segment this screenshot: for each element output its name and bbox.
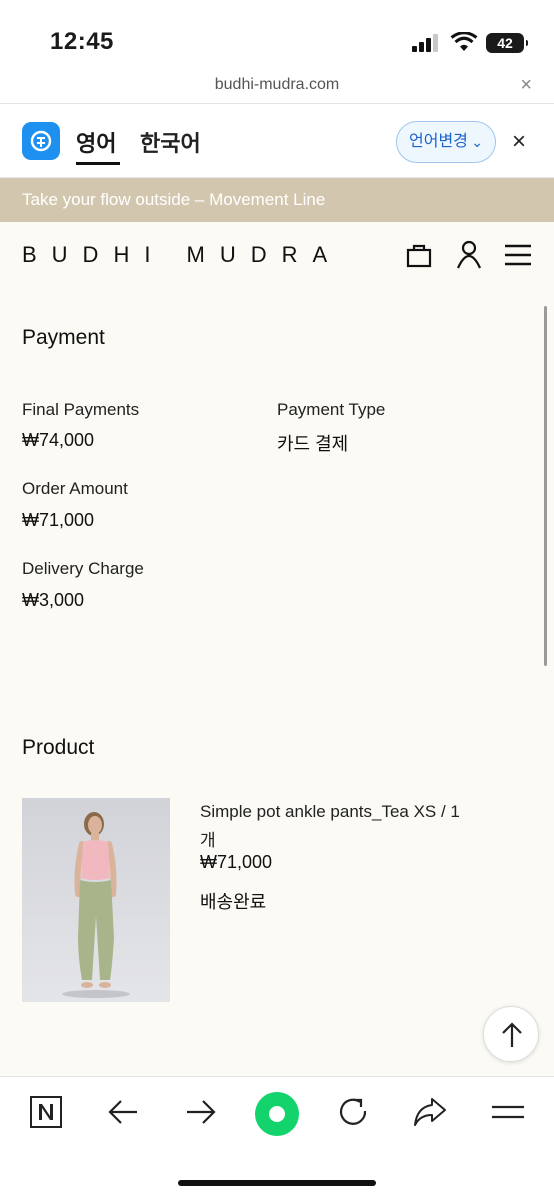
active-tab-indicator bbox=[76, 162, 120, 165]
refresh-icon[interactable] bbox=[336, 1095, 370, 1129]
arrow-up-icon bbox=[502, 1022, 522, 1047]
delivery-charge-label: Delivery Charge bbox=[22, 559, 144, 578]
final-payments-label: Final Payments bbox=[22, 400, 140, 419]
order-amount-label: Order Amount bbox=[22, 479, 128, 498]
signal-icon bbox=[412, 34, 438, 52]
promo-banner[interactable]: Take your flow outside – Movement Line bbox=[0, 178, 554, 222]
battery-icon: 42 bbox=[486, 33, 528, 53]
product-name-cont[interactable]: 개 bbox=[200, 826, 216, 851]
payment-type-value: 카드 결제 bbox=[277, 434, 349, 454]
bag-icon[interactable] bbox=[404, 240, 434, 270]
delivery-status: 배송완료 bbox=[200, 892, 267, 912]
translate-app-icon[interactable] bbox=[22, 122, 60, 160]
order-detail: Payment Final Payments ₩74,000 Payment T… bbox=[0, 288, 554, 1076]
wifi-icon bbox=[450, 32, 478, 51]
product-photo-icon bbox=[62, 812, 130, 998]
delivery-charge-value: ₩3,000 bbox=[22, 590, 85, 610]
promo-text[interactable]: Take your flow outside – Movement Line bbox=[22, 190, 325, 210]
home-indicator[interactable] bbox=[178, 1180, 376, 1186]
status-bar: 12:45 42 bbox=[0, 0, 554, 70]
chevron-down-icon: ⌄ bbox=[471, 134, 483, 150]
browser-menu-icon[interactable] bbox=[490, 1095, 526, 1129]
final-payments-value: ₩74,000 bbox=[22, 430, 95, 450]
share-icon[interactable] bbox=[412, 1095, 448, 1129]
product-heading: Product bbox=[22, 736, 95, 759]
status-time: 12:45 bbox=[50, 28, 114, 55]
change-language-label: 언어변경 bbox=[409, 133, 468, 150]
translate-glyph-icon bbox=[30, 130, 52, 152]
translate-bar: 영어 한국어 언어변경 ⌄ × bbox=[0, 104, 554, 178]
product-price: ₩71,000 bbox=[200, 852, 273, 872]
translate-close-icon[interactable]: × bbox=[512, 128, 526, 156]
tab-english[interactable]: 영어 bbox=[76, 126, 116, 158]
user-icon[interactable] bbox=[455, 240, 483, 270]
product-image[interactable] bbox=[22, 798, 170, 1002]
url-close-icon[interactable]: × bbox=[520, 74, 532, 97]
scrollbar[interactable] bbox=[544, 306, 547, 666]
green-dot-icon[interactable] bbox=[254, 1091, 300, 1137]
product-name[interactable]: Simple pot ankle pants_Tea XS / 1 bbox=[200, 802, 460, 822]
back-arrow-icon[interactable] bbox=[106, 1095, 140, 1129]
order-amount-value: ₩71,000 bbox=[22, 510, 95, 530]
scroll-top-button[interactable] bbox=[483, 1006, 539, 1062]
change-language-button[interactable]: 언어변경 ⌄ bbox=[396, 121, 496, 163]
url-bar[interactable]: budhi-mudra.com × bbox=[0, 70, 554, 104]
tab-korean[interactable]: 한국어 bbox=[140, 126, 201, 158]
brand-logo[interactable]: BUDHI MUDRA bbox=[22, 242, 342, 268]
forward-arrow-icon[interactable] bbox=[184, 1095, 218, 1129]
menu-icon[interactable] bbox=[504, 240, 532, 270]
url-text[interactable]: budhi-mudra.com bbox=[0, 76, 554, 94]
payment-heading: Payment bbox=[22, 326, 105, 349]
site-header: BUDHI MUDRA bbox=[0, 222, 554, 288]
payment-type-label: Payment Type bbox=[277, 400, 386, 419]
naver-n-icon[interactable] bbox=[29, 1095, 63, 1129]
